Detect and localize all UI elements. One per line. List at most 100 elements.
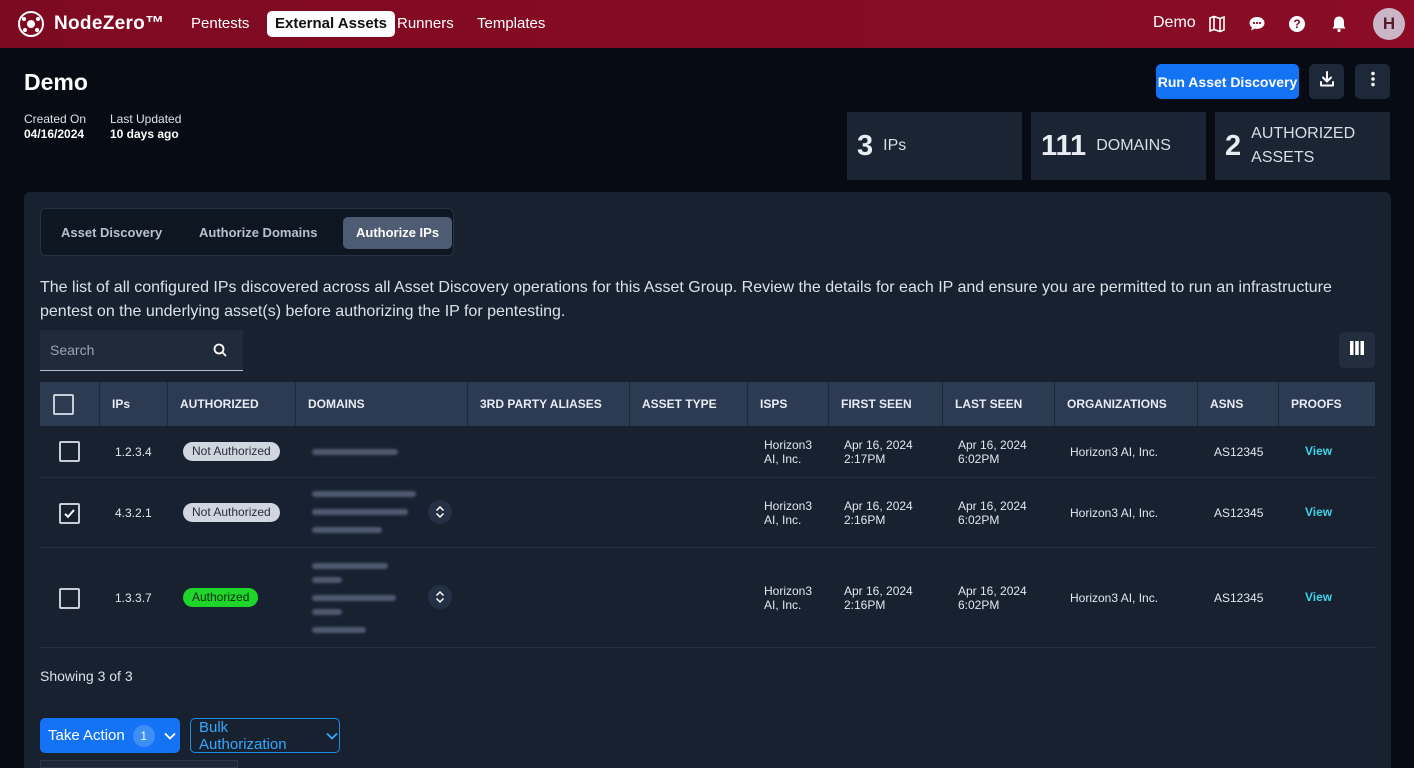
updated-value: 10 days ago [110, 127, 179, 141]
help-icon[interactable]: ? [1286, 13, 1308, 35]
created-on: Created On 04/16/2024 [24, 112, 86, 141]
ip-cell: 4.3.2.1 [115, 506, 152, 520]
col-proofs[interactable]: PROOFS [1278, 382, 1375, 426]
nav-pentests[interactable]: Pentests [183, 11, 257, 37]
last-seen-date: Apr 16, 2024 [958, 438, 1027, 452]
asn-cell: AS12345 [1214, 506, 1264, 520]
search-icon[interactable] [211, 341, 229, 364]
last-seen-cell: Apr 16, 2024 6:02PM [958, 584, 1027, 612]
stat-authorized-label: AUTHORIZED ASSETS [1251, 125, 1356, 166]
take-action-button[interactable]: Take Action 1 [40, 718, 180, 753]
col-ips[interactable]: IPs [99, 382, 167, 426]
redacted-domain [312, 527, 382, 533]
updated-label: Last Updated [110, 112, 182, 126]
more-options-button[interactable] [1355, 64, 1390, 99]
redacted-domain [312, 577, 342, 583]
row-checkbox[interactable] [59, 588, 80, 609]
view-proof-link[interactable]: View [1305, 590, 1332, 604]
workspace-label[interactable]: Demo [1153, 14, 1196, 32]
row-checkbox[interactable] [59, 503, 80, 524]
top-navbar: NodeZero™ Pentests External Assets Runne… [0, 0, 1414, 48]
user-avatar[interactable]: H [1373, 8, 1405, 40]
table-row: 1.2.3.4 Not Authorized Horizon3 AI, Inc.… [40, 426, 1375, 478]
search-box [40, 330, 243, 371]
redacted-domain [312, 491, 416, 497]
redacted-domain [312, 563, 388, 569]
col-organizations[interactable]: ORGANIZATIONS [1054, 382, 1197, 426]
isp-cell: Horizon3 AI, Inc. [764, 438, 813, 466]
tab-authorize-domains[interactable]: Authorize Domains [186, 217, 330, 249]
col-3rd-party-aliases[interactable]: 3RD PARTY ALIASES [467, 382, 629, 426]
redacted-domain [312, 509, 408, 515]
first-seen-time: 2:16PM [844, 513, 886, 527]
select-all-checkbox[interactable] [53, 394, 74, 415]
col-first-seen[interactable]: FIRST SEEN [828, 382, 942, 426]
columns-icon [1348, 339, 1366, 362]
tab-authorize-ips[interactable]: Authorize IPs [343, 217, 453, 249]
stat-domains-count: 111 [1041, 129, 1087, 162]
last-seen-cell: Apr 16, 2024 6:02PM [958, 499, 1027, 527]
chevron-down-icon [325, 729, 339, 743]
created-value: 04/16/2024 [24, 127, 85, 141]
status-badge: Not Authorized [183, 442, 280, 461]
chevron-up-down-icon [435, 590, 445, 604]
kebab-menu-icon [1364, 70, 1382, 93]
nav-templates[interactable]: Templates [469, 11, 553, 37]
nav-runners[interactable]: Runners [389, 11, 462, 37]
stat-ips: 3 IPs [847, 112, 1022, 180]
last-updated: Last Updated 10 days ago [110, 112, 181, 141]
chevron-down-icon [163, 729, 177, 743]
col-authorized[interactable]: AUTHORIZED [167, 382, 295, 426]
map-icon[interactable] [1206, 13, 1228, 35]
col-last-seen[interactable]: LAST SEEN [942, 382, 1054, 426]
col-asset-type[interactable]: ASSET TYPE [629, 382, 747, 426]
tab-bar: Asset Discovery Authorize Domains Author… [40, 208, 454, 256]
expand-domains-button[interactable] [428, 585, 452, 609]
download-button[interactable] [1309, 64, 1344, 99]
first-seen-time: 2:16PM [844, 598, 886, 612]
col-isps[interactable]: ISPS [747, 382, 828, 426]
last-seen-cell: Apr 16, 2024 6:02PM [958, 438, 1027, 466]
run-asset-discovery-button[interactable]: Run Asset Discovery [1156, 64, 1299, 99]
organization-cell: Horizon3 AI, Inc. [1070, 591, 1159, 605]
dropdown-menu-edge [40, 760, 238, 768]
stat-domains-label: DOMAINS [1096, 137, 1171, 154]
table-header: IPs AUTHORIZED DOMAINS 3RD PARTY ALIASES… [40, 382, 1375, 426]
isp-cell: Horizon3 AI, Inc. [764, 584, 813, 612]
first-seen-date: Apr 16, 2024 [844, 438, 913, 452]
checkmark-icon [64, 509, 75, 519]
app-name: NodeZero™ [54, 13, 165, 34]
redacted-domain [312, 609, 342, 615]
col-asns[interactable]: ASNS [1197, 382, 1278, 426]
column-settings-button[interactable] [1339, 332, 1375, 368]
select-all-cell [40, 382, 99, 426]
results-count: Showing 3 of 3 [40, 668, 133, 684]
stat-authorized-count: 2 [1225, 129, 1242, 162]
stat-ips-count: 3 [857, 129, 874, 162]
nav-external-assets[interactable]: External Assets [267, 11, 396, 37]
col-domains[interactable]: DOMAINS [295, 382, 467, 426]
asn-cell: AS12345 [1214, 445, 1264, 459]
view-proof-link[interactable]: View [1305, 444, 1332, 458]
download-icon [1318, 70, 1336, 93]
search-input[interactable] [40, 330, 205, 370]
logo-icon [16, 10, 46, 38]
nodezero-logo[interactable]: NodeZero™ [16, 10, 164, 38]
status-badge: Not Authorized [183, 503, 280, 522]
tab-asset-discovery[interactable]: Asset Discovery [48, 217, 175, 249]
last-seen-time: 6:02PM [958, 598, 1000, 612]
last-seen-date: Apr 16, 2024 [958, 584, 1027, 598]
first-seen-cell: Apr 16, 2024 2:16PM [844, 499, 913, 527]
expand-domains-button[interactable] [428, 500, 452, 524]
isp-cell: Horizon3 AI, Inc. [764, 499, 813, 527]
bell-icon[interactable] [1328, 13, 1350, 35]
chat-icon[interactable] [1246, 13, 1268, 35]
last-seen-time: 6:02PM [958, 513, 1000, 527]
bulk-authorization-button[interactable]: Bulk Authorization [190, 718, 340, 753]
created-label: Created On [24, 112, 87, 126]
ip-cell: 1.2.3.4 [115, 445, 152, 459]
stat-ips-label: IPs [883, 137, 907, 154]
row-checkbox[interactable] [59, 441, 80, 462]
view-proof-link[interactable]: View [1305, 505, 1332, 519]
redacted-domain [312, 595, 396, 601]
